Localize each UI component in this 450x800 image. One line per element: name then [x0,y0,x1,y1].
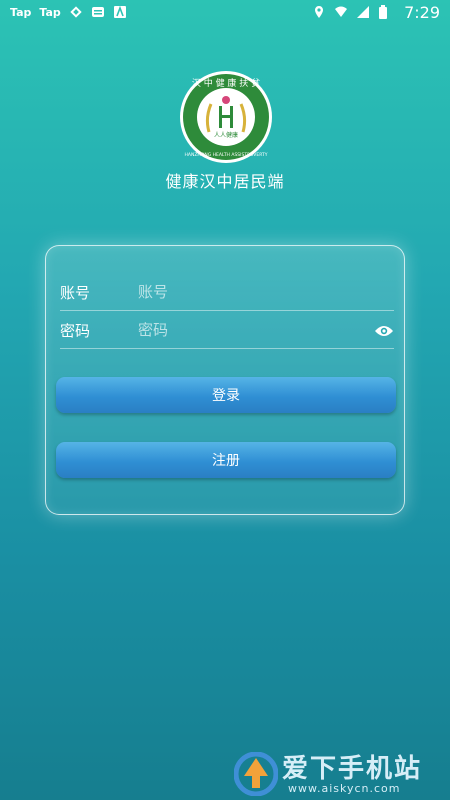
wifi-icon [334,5,348,19]
battery-icon [378,5,392,19]
password-label: 密码 [60,321,91,340]
register-button[interactable]: 注册 [56,442,396,478]
clock-time: 7:29 [404,2,440,22]
svg-text:汉 中 健 康 扶 贫: 汉 中 健 康 扶 贫 [192,77,260,89]
tap-notification-label: Tap [10,5,32,19]
password-input[interactable] [136,320,370,340]
watermark-url: www.aiskycn.com [288,782,401,795]
watermark-text: 爱下手机站 [282,754,423,784]
login-button[interactable]: 登录 [56,377,396,413]
password-row: 密码 [60,312,394,349]
message-icon [91,5,105,19]
login-card: 账号 密码 登录 注册 [45,245,405,515]
location-icon [312,5,326,19]
show-password-eye-icon[interactable] [374,323,394,337]
status-bar: Tap Tap 7:29 [0,0,450,24]
account-row: 账号 [60,274,394,311]
text-app-icon [113,5,127,19]
svg-text:HANZHONG HEALTH ASSISTPOVERTY: HANZHONG HEALTH ASSISTPOVERTY [185,152,268,158]
diamond-app-icon [69,5,83,19]
app-logo: 汉 中 健 康 扶 贫 HANZHONG HEALTH ASSISTPOVERT… [179,70,273,164]
app-title: 健康汉中居民端 [165,172,285,191]
svg-text:人人健康: 人人健康 [214,131,238,139]
account-input[interactable] [136,282,394,302]
signal-icon [356,5,370,19]
watermark-logo-icon [234,752,278,796]
account-label: 账号 [60,283,91,302]
site-watermark: 爱下手机站 www.aiskycn.com [234,748,450,800]
tap-notification-label: Tap [39,5,61,19]
